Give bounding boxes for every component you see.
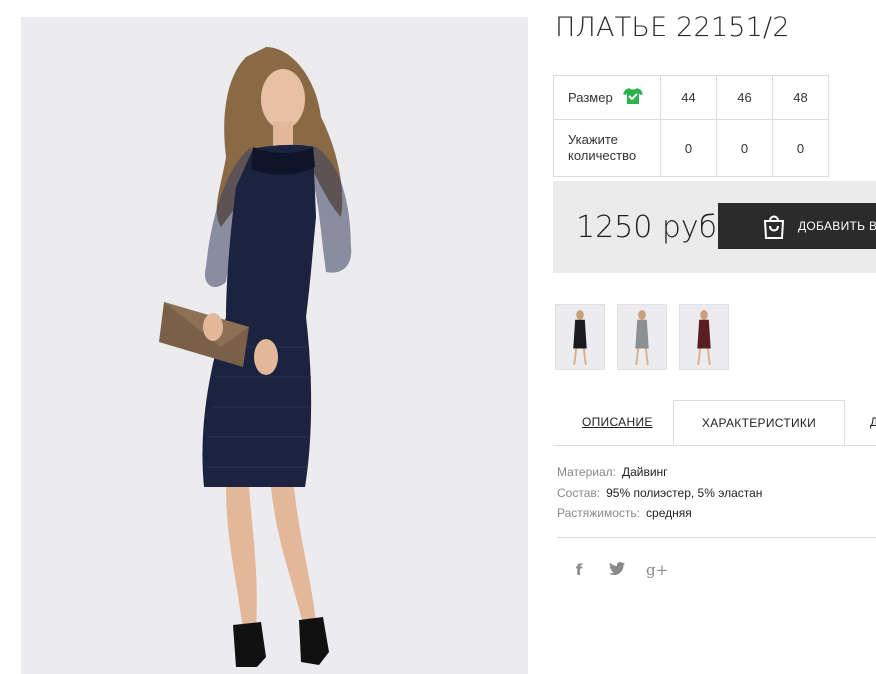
price-box: 1250 руб ДОБАВИТЬ В — [553, 181, 876, 273]
main-product-photo[interactable] — [21, 17, 528, 674]
spec-value: средняя — [646, 506, 692, 520]
size-46: 46 — [716, 75, 773, 120]
tab-description[interactable]: ОПИСАНИЕ — [582, 400, 653, 445]
size-quantity-table: Размер 44 46 48 Укажите количество 0 0 0 — [553, 75, 829, 177]
shopping-bag-icon — [760, 212, 788, 243]
thumbnail-black-dress[interactable] — [555, 304, 605, 370]
spec-key: Растяжимость: — [557, 506, 641, 520]
product-tabs: ОПИСАНИЕ ХАРАКТЕРИСТИКИ Д — [553, 400, 876, 446]
quantity-row: Укажите количество 0 0 0 — [553, 119, 829, 177]
spec-row-stretch: Растяжимость: средняя — [557, 503, 762, 524]
spec-row-material: Материал: Дайвинг — [557, 462, 762, 483]
quantity-input-48[interactable]: 0 — [772, 119, 829, 177]
google-plus-icon[interactable]: g+ — [646, 561, 668, 579]
divider — [557, 537, 876, 538]
specifications-list: Материал: Дайвинг Состав: 95% полиэстер, 5… — [557, 462, 762, 524]
color-thumbnails — [555, 304, 729, 370]
thumbnail-grey-dress[interactable] — [617, 304, 667, 370]
tab-delivery[interactable]: Д — [870, 400, 876, 445]
quantity-label-line2: количество — [568, 148, 637, 163]
size-44: 44 — [660, 75, 717, 120]
spec-key: Состав: — [557, 485, 601, 500]
size-48: 48 — [772, 75, 829, 120]
twitter-icon[interactable] — [608, 561, 626, 579]
quantity-label-cell: Укажите количество — [553, 119, 661, 177]
size-row: Размер 44 46 48 — [553, 75, 829, 120]
size-label: Размер — [568, 90, 613, 105]
spec-row-composition: Состав: 95% полиэстер, 5% эластан — [557, 483, 762, 504]
spec-key: Материал: — [557, 465, 616, 479]
social-share: f g+ — [570, 561, 668, 579]
tshirt-check-icon[interactable] — [622, 87, 643, 108]
thumbnail-burgundy-dress[interactable] — [679, 304, 729, 370]
add-to-cart-label: ДОБАВИТЬ В — [798, 219, 876, 233]
spec-value: 95% полиэстер, 5% эластан — [606, 485, 763, 500]
quantity-input-44[interactable]: 0 — [660, 119, 717, 177]
size-label-cell: Размер — [553, 75, 661, 120]
tab-characteristics[interactable]: ХАРАКТЕРИСТИКИ — [673, 400, 845, 445]
add-to-cart-button[interactable]: ДОБАВИТЬ В — [718, 203, 876, 249]
spec-value: Дайвинг — [621, 465, 668, 479]
product-title: ПЛАТЬЕ 22151/2 — [555, 12, 790, 43]
product-price: 1250 руб — [576, 210, 718, 245]
quantity-label-line1: Укажите — [568, 132, 618, 147]
facebook-icon[interactable]: f — [570, 561, 588, 579]
quantity-input-46[interactable]: 0 — [716, 119, 773, 177]
model-in-navy-dress-image — [21, 17, 528, 674]
